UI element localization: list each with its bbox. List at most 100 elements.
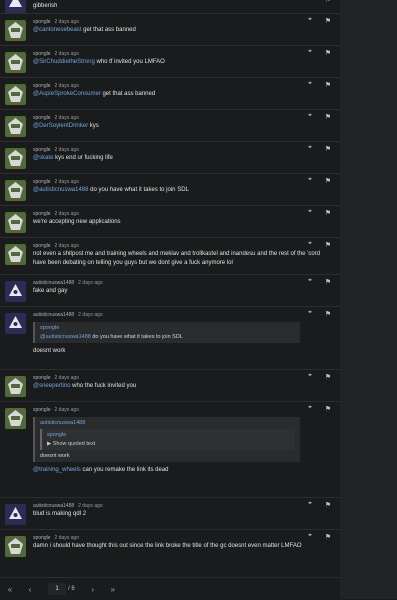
flag-icon[interactable]: ⚑ — [324, 178, 332, 186]
quote-icon[interactable]: ❞ — [306, 0, 314, 5]
post: autisticnuswa1488 2 days ago spongle @aut… — [0, 307, 340, 370]
post-text: blud is making qdl 2 — [33, 511, 87, 517]
post-author[interactable]: spongle — [33, 147, 51, 153]
post-time[interactable]: 2 days ago — [78, 312, 102, 318]
post-time[interactable]: 2 days ago — [55, 375, 79, 381]
post-text: kys — [88, 123, 99, 129]
quote-icon[interactable]: ❞ — [306, 311, 314, 319]
quote-icon[interactable]: ❞ — [306, 242, 314, 250]
mention-link[interactable]: @cantonesebeast — [33, 27, 81, 33]
post-text: not even a shitpost me and training whee… — [33, 251, 320, 266]
post-time[interactable]: 2 days ago — [78, 503, 102, 509]
flag-icon[interactable]: ⚑ — [324, 210, 332, 218]
avatar — [5, 504, 26, 525]
avatar — [5, 52, 26, 73]
post: spongle 2 days ago @AspieSprokeConsumer g… — [0, 78, 340, 110]
quote-icon[interactable]: ❞ — [306, 534, 314, 542]
post: spongle 2 days ago damn i should have tho… — [0, 530, 340, 566]
quote-icon[interactable]: ❞ — [306, 374, 314, 382]
quote-icon[interactable]: ❞ — [306, 114, 314, 122]
mention-link[interactable]: @SirChuddietheStrong — [33, 59, 95, 65]
post-author[interactable]: spongle — [33, 51, 51, 57]
post-time[interactable]: 2 days ago — [78, 280, 102, 286]
quote-icon[interactable]: ❞ — [306, 406, 314, 414]
flag-icon[interactable]: ⚑ — [324, 406, 332, 414]
quote-icon[interactable]: ❞ — [306, 18, 314, 26]
post-author[interactable]: spongle — [33, 535, 51, 541]
prev-page-button[interactable]: ‹ — [20, 585, 40, 594]
last-page-button[interactable]: » — [103, 585, 123, 594]
avatar — [5, 148, 26, 169]
post-time[interactable]: 2 days ago — [55, 19, 79, 25]
flag-icon[interactable]: ⚑ — [324, 311, 332, 319]
quote-block: autisticnuswa1488 spongle ▶ Show quoted … — [33, 417, 300, 462]
quote-icon[interactable]: ❞ — [306, 82, 314, 90]
post-author[interactable]: autisticnuswa1488 — [33, 312, 74, 318]
flag-icon[interactable]: ⚑ — [324, 146, 332, 154]
flag-icon[interactable]: ⚑ — [324, 279, 332, 287]
post: spongle 2 days ago not even a shitpost me… — [0, 238, 340, 275]
post-text: get that ass banned — [81, 27, 136, 33]
post-author[interactable]: autisticnuswa1488 — [33, 280, 74, 286]
post-text: we're accepting new applications — [33, 219, 121, 225]
quote-author[interactable]: spongle — [47, 432, 290, 438]
post-time[interactable]: 2 days ago — [55, 147, 79, 153]
flag-icon[interactable]: ⚑ — [324, 534, 332, 542]
quote-icon[interactable]: ❞ — [306, 502, 314, 510]
flag-icon[interactable]: ⚑ — [324, 374, 332, 382]
post-time[interactable]: 2 days ago — [55, 211, 79, 217]
quote-icon[interactable]: ❞ — [306, 210, 314, 218]
post-time[interactable]: 2 days ago — [55, 115, 79, 121]
avatar — [5, 84, 26, 105]
quote-icon[interactable]: ❞ — [306, 50, 314, 58]
post-time[interactable]: 2 days ago — [55, 243, 79, 249]
post: spongle 2 days ago autisticnuswa1488 spon… — [0, 402, 340, 498]
mention-link[interactable]: @DerSoylentDrinker — [33, 123, 88, 129]
post-text: do you have what it takes to join SDL — [88, 187, 189, 193]
post-text: kys end ur fucking life — [53, 155, 113, 161]
page-number-input[interactable]: 1 — [48, 583, 66, 595]
next-page-button[interactable]: › — [83, 585, 103, 594]
first-page-button[interactable]: « — [0, 585, 20, 594]
post-time[interactable]: 2 days ago — [55, 83, 79, 89]
mention-link[interactable]: @autisticnuswa1488 — [40, 334, 91, 340]
post-author[interactable]: spongle — [33, 243, 51, 249]
flag-icon[interactable]: ⚑ — [324, 82, 332, 90]
quote-icon[interactable]: ❞ — [306, 146, 314, 154]
post-author[interactable]: spongle — [33, 19, 51, 25]
flag-icon[interactable]: ⚑ — [324, 0, 332, 5]
post: autisticnuswa1488 2 days ago fake and gay… — [0, 275, 340, 307]
mention-link[interactable]: @skate — [33, 155, 53, 161]
post-author[interactable]: spongle — [33, 83, 51, 89]
post-author[interactable]: spongle — [33, 211, 51, 217]
post-text: fake and gay — [33, 288, 68, 294]
quote-icon[interactable]: ❞ — [306, 279, 314, 287]
show-quoted-text-toggle[interactable]: ▶ Show quoted text — [47, 441, 95, 447]
post-author[interactable]: autisticnuswa1488 — [33, 503, 74, 509]
quote-author[interactable]: autisticnuswa1488 — [40, 420, 295, 426]
flag-icon[interactable]: ⚑ — [324, 114, 332, 122]
flag-icon[interactable]: ⚑ — [324, 242, 332, 250]
mention-link[interactable]: @sneepertino — [33, 383, 70, 389]
post: autisticnuswa1488 2 days ago blud is maki… — [0, 498, 340, 530]
post-time[interactable]: 2 days ago — [55, 51, 79, 57]
avatar — [5, 376, 26, 397]
mention-link[interactable]: @AspieSprokeConsumer — [33, 91, 101, 97]
post-author[interactable]: spongle — [33, 375, 51, 381]
post-text: doesnt work — [33, 348, 66, 354]
post-author[interactable]: spongle — [33, 179, 51, 185]
quote-author[interactable]: spongle — [40, 325, 295, 331]
post: spongle 2 days ago @sneepertino who the f… — [0, 370, 340, 402]
post-time[interactable]: 2 days ago — [55, 535, 79, 541]
flag-icon[interactable]: ⚑ — [324, 18, 332, 26]
avatar — [5, 116, 26, 137]
post-time[interactable]: 2 days ago — [55, 179, 79, 185]
mention-link[interactable]: @autisticnuswa1488 — [33, 187, 88, 193]
mention-link[interactable]: @training_wheels — [33, 467, 81, 473]
flag-icon[interactable]: ⚑ — [324, 502, 332, 510]
post-author[interactable]: spongle — [33, 407, 51, 413]
quote-icon[interactable]: ❞ — [306, 178, 314, 186]
post-time[interactable]: 2 days ago — [55, 407, 79, 413]
post-author[interactable]: spongle — [33, 115, 51, 121]
flag-icon[interactable]: ⚑ — [324, 50, 332, 58]
